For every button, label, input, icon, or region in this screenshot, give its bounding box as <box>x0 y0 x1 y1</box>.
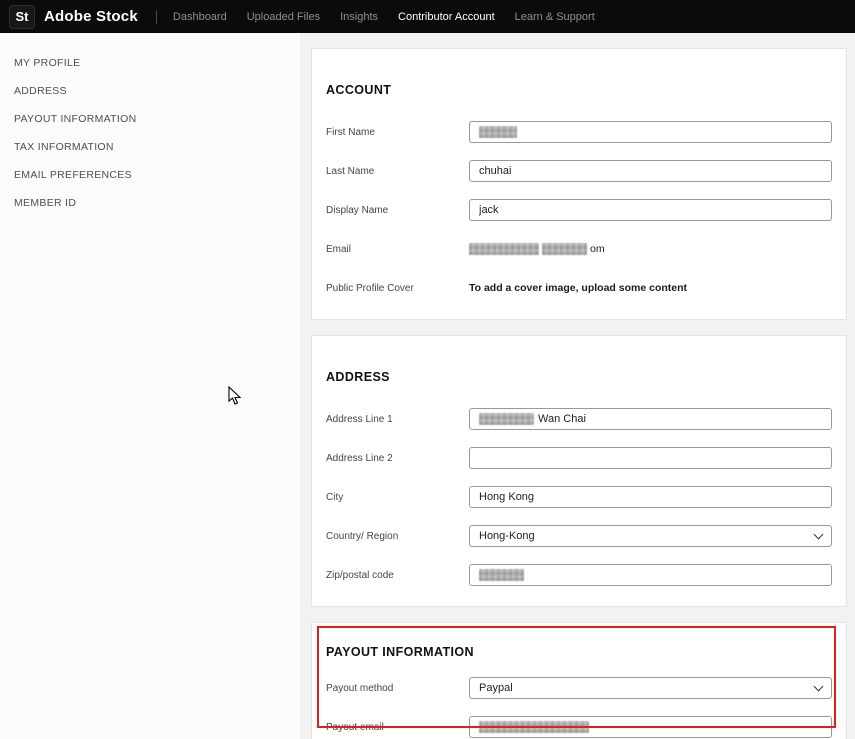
city-input[interactable] <box>469 486 832 508</box>
redacted-value <box>479 126 517 138</box>
address-card: ADDRESS Address Line 1 Wan Chai Address … <box>311 335 847 607</box>
email-visible-suffix: om <box>590 243 605 255</box>
cover-note: To add a cover image, upload some conten… <box>469 282 688 294</box>
redacted-value <box>469 243 539 255</box>
payout-section-title: PAYOUT INFORMATION <box>326 645 474 659</box>
sidebar-item-address[interactable]: ADDRESS <box>0 77 300 105</box>
city-label: City <box>326 491 344 503</box>
nav-insights[interactable]: Insights <box>340 11 378 23</box>
brand-title: Adobe Stock <box>44 8 138 25</box>
field-row-display-name: Display Name <box>326 199 832 221</box>
payout-method-selected-value: Paypal <box>479 682 513 694</box>
email-label: Email <box>326 243 352 255</box>
settings-sidebar: MY PROFILE ADDRESS PAYOUT INFORMATION TA… <box>0 33 300 739</box>
redacted-value <box>479 413 534 425</box>
primary-nav: Dashboard Uploaded Files Insights Contri… <box>173 11 615 23</box>
field-row-zip: Zip/postal code <box>326 564 832 586</box>
address-line-2-input[interactable] <box>469 447 832 469</box>
redacted-value <box>542 243 587 255</box>
field-row-payout-email: Payout email <box>326 716 832 738</box>
address-line-1-label: Address Line 1 <box>326 413 393 425</box>
field-row-payout-method: Payout method Paypal <box>326 677 832 699</box>
field-row-last-name: Last Name <box>326 160 832 182</box>
country-region-select[interactable]: Hong-Kong <box>469 525 832 547</box>
chevron-down-icon <box>813 529 824 539</box>
public-profile-cover-label: Public Profile Cover <box>326 282 414 294</box>
sidebar-item-tax-information[interactable]: TAX INFORMATION <box>0 133 300 161</box>
page-body: MY PROFILE ADDRESS PAYOUT INFORMATION TA… <box>0 33 855 739</box>
zip-input[interactable] <box>469 564 832 586</box>
redacted-value <box>479 569 524 581</box>
email-value: om <box>469 243 832 255</box>
country-region-selected-value: Hong-Kong <box>479 530 535 542</box>
payout-email-label: Payout email <box>326 721 384 733</box>
field-row-email: Email om <box>326 238 832 260</box>
nav-dashboard[interactable]: Dashboard <box>173 11 227 23</box>
display-name-input[interactable] <box>469 199 832 221</box>
nav-divider <box>155 9 157 24</box>
top-navbar: St Adobe Stock Dashboard Uploaded Files … <box>0 0 855 33</box>
last-name-input[interactable] <box>469 160 832 182</box>
zip-label: Zip/postal code <box>326 569 394 581</box>
field-row-address-line-2: Address Line 2 <box>326 447 832 469</box>
field-row-city: City <box>326 486 832 508</box>
chevron-down-icon <box>813 681 824 691</box>
nav-learn-support[interactable]: Learn & Support <box>515 11 595 23</box>
account-card: ACCOUNT First Name Last Name Display Nam… <box>311 48 847 320</box>
account-section-title: ACCOUNT <box>326 83 392 97</box>
nav-uploaded-files[interactable]: Uploaded Files <box>247 11 320 23</box>
country-region-label: Country/ Region <box>326 530 399 542</box>
first-name-input[interactable] <box>469 121 832 143</box>
payout-card: PAYOUT INFORMATION Payout method Paypal … <box>311 622 847 739</box>
main-content: ACCOUNT First Name Last Name Display Nam… <box>300 33 855 739</box>
payout-method-label: Payout method <box>326 682 394 694</box>
display-name-label: Display Name <box>326 204 389 216</box>
payout-email-input[interactable] <box>469 716 832 738</box>
redacted-value <box>479 721 589 733</box>
sidebar-item-email-preferences[interactable]: EMAIL PREFERENCES <box>0 161 300 189</box>
address-line-1-input[interactable]: Wan Chai <box>469 408 832 430</box>
field-row-country-region: Country/ Region Hong-Kong <box>326 525 832 547</box>
sidebar-item-my-profile[interactable]: MY PROFILE <box>0 49 300 77</box>
first-name-label: First Name <box>326 126 375 138</box>
payout-method-select[interactable]: Paypal <box>469 677 832 699</box>
field-row-address-line-1: Address Line 1 Wan Chai <box>326 408 832 430</box>
address-visible-suffix: Wan Chai <box>538 413 586 425</box>
address-section-title: ADDRESS <box>326 370 390 384</box>
address-line-2-label: Address Line 2 <box>326 452 393 464</box>
nav-contributor-account[interactable]: Contributor Account <box>398 11 495 23</box>
sidebar-item-member-id[interactable]: MEMBER ID <box>0 189 300 217</box>
field-row-first-name: First Name <box>326 121 832 143</box>
field-row-public-profile-cover: Public Profile Cover To add a cover imag… <box>326 277 832 299</box>
adobe-stock-logo: St <box>9 4 35 29</box>
mouse-cursor <box>228 386 242 405</box>
sidebar-item-payout-information[interactable]: PAYOUT INFORMATION <box>0 105 300 133</box>
last-name-label: Last Name <box>326 165 375 177</box>
